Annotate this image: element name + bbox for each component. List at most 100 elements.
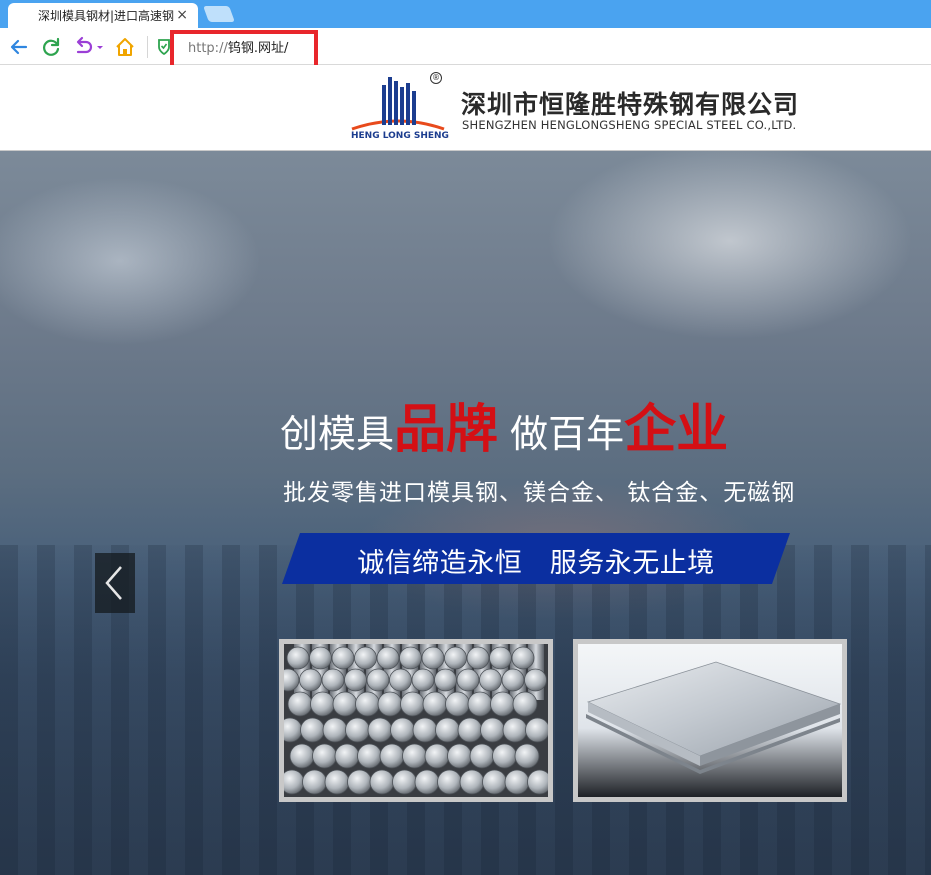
rod-end: [369, 769, 395, 795]
rod-end: [389, 668, 412, 692]
new-tab-button[interactable]: [203, 6, 235, 22]
rod-end: [376, 646, 400, 670]
slogan-highlight-1: 品牌: [394, 400, 499, 460]
home-icon[interactable]: [114, 36, 136, 58]
rod-end: [456, 668, 480, 692]
company-name-cn: 深圳市恒隆胜特殊钢有限公司: [461, 90, 800, 119]
rod-end: [411, 668, 435, 692]
slogan-banner: 诚信缔造永恒 服务永无止境: [282, 533, 790, 584]
rod-end: [310, 691, 335, 717]
rod-end: [492, 743, 517, 769]
rod-end: [300, 717, 325, 743]
rod-end: [504, 769, 530, 795]
back-icon[interactable]: [8, 36, 30, 58]
rod-end: [421, 646, 445, 670]
carousel-prev-button[interactable]: [95, 553, 135, 613]
rod-end: [355, 691, 380, 717]
rod-end: [501, 668, 525, 692]
rod-end: [424, 743, 450, 769]
rod-end: [344, 668, 367, 692]
rod-end: [490, 691, 515, 717]
browser-tab[interactable]: 深圳模具钢材|进口高速钢 ×: [8, 3, 198, 28]
rod-end: [390, 717, 415, 743]
steel-plate-graphic: [586, 661, 842, 774]
rod-end: [527, 769, 548, 795]
rod-end: [367, 717, 393, 743]
rod-end: [524, 668, 547, 692]
rod-end: [447, 743, 472, 769]
banner-text: 诚信缔造永恒 服务永无止境: [357, 548, 715, 579]
tab-title: 深圳模具钢材|进口高速钢: [38, 9, 175, 23]
rod-end: [466, 646, 490, 670]
rod-end: [357, 743, 382, 769]
steel-rods-graphic: [284, 644, 548, 795]
registered-mark: ®: [430, 72, 442, 84]
rod-end: [412, 717, 438, 743]
rod-end: [457, 717, 483, 743]
rod-end: [331, 646, 355, 670]
rod-end: [514, 743, 540, 769]
rod-end: [525, 717, 548, 743]
rod-end: [377, 691, 403, 717]
rod-end: [284, 717, 303, 743]
rod-end: [479, 668, 502, 692]
slogan-part-2: 做百年: [498, 412, 625, 456]
steel-rods-image: [284, 644, 548, 797]
rod-end: [445, 691, 470, 717]
rod-end: [322, 717, 348, 743]
rod-end: [347, 769, 372, 795]
rod-end: [286, 646, 310, 670]
rod-end: [469, 743, 495, 769]
tab-close-icon[interactable]: ×: [176, 7, 188, 23]
rod-end: [512, 691, 538, 717]
rod-end: [312, 743, 337, 769]
rod-end: [379, 743, 405, 769]
browser-toolbar: http://钨钢.网址/: [0, 28, 931, 65]
product-image-steel-plate[interactable]: [573, 639, 847, 802]
rod-end: [482, 769, 507, 795]
slogan-part-1: 创模具: [280, 412, 395, 456]
rod-end: [437, 769, 462, 795]
company-name-en: SHENGZHEN HENGLONGSHENG SPECIAL STEEL CO…: [462, 118, 797, 132]
hero-banner: 创模具品牌 做百年企业 批发零售进口模具钢、镁合金、 钛合金、无磁钢 诚信缔造永…: [0, 151, 931, 875]
rod-end: [309, 646, 332, 670]
rod-end: [422, 691, 448, 717]
steel-plate-image: [578, 644, 842, 797]
rod-end: [489, 646, 512, 670]
reload-icon[interactable]: [40, 36, 62, 58]
rod-end: [324, 769, 350, 795]
site-header: HENG LONG SHENG ® 深圳市恒隆胜特殊钢有限公司 SHENGZHE…: [0, 65, 931, 151]
logo-caption: HENG LONG SHENG: [351, 131, 449, 141]
hero-sub-slogan: 批发零售进口模具钢、镁合金、 钛合金、无磁钢: [283, 480, 796, 506]
rod-end: [332, 691, 358, 717]
rod-end: [299, 668, 322, 692]
rod-end: [334, 743, 360, 769]
rod-end: [400, 691, 425, 717]
hero-slogan: 创模具品牌 做百年企业: [280, 387, 728, 462]
undo-icon[interactable]: [72, 36, 106, 58]
rod-end: [345, 717, 370, 743]
rod-end: [459, 769, 485, 795]
rod-end: [511, 646, 535, 670]
rod-end: [467, 691, 493, 717]
rod-end: [434, 668, 457, 692]
rod-end: [321, 668, 345, 692]
toolbar-separator: [147, 36, 148, 58]
chevron-left-icon: [105, 566, 122, 600]
rod-end: [402, 743, 427, 769]
rod-end: [435, 717, 460, 743]
rod-end: [354, 646, 377, 670]
rod-end: [414, 769, 440, 795]
rod-end: [287, 691, 313, 717]
rod-end: [366, 668, 390, 692]
rod-end: [502, 717, 528, 743]
slogan-highlight-2: 企业: [624, 400, 729, 460]
rod-end: [302, 769, 327, 795]
rod-end: [399, 646, 422, 670]
rod-end: [289, 743, 315, 769]
rod-end: [284, 769, 305, 795]
rod-end: [392, 769, 417, 795]
rod-end: [480, 717, 505, 743]
product-image-steel-rods[interactable]: [279, 639, 553, 802]
browser-tabstrip: 深圳模具钢材|进口高速钢 ×: [0, 0, 931, 28]
